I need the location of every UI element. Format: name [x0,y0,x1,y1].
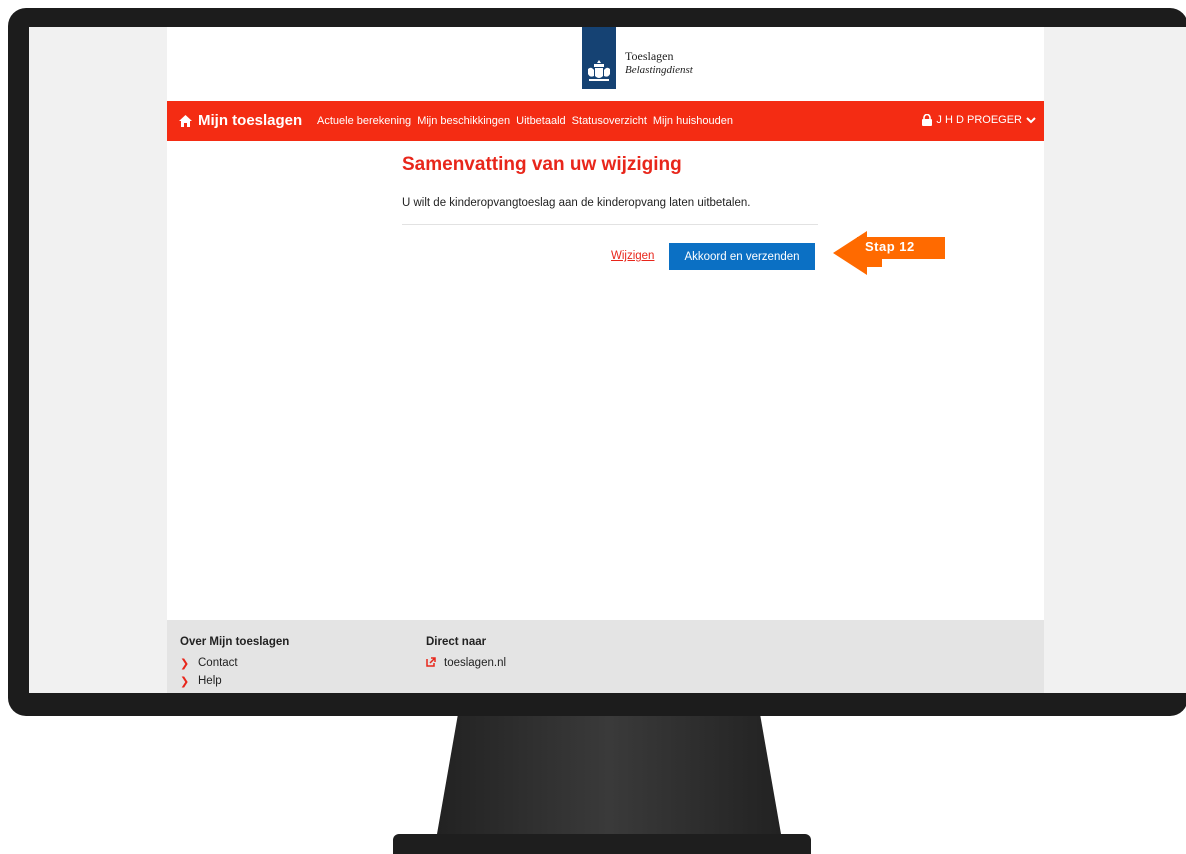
logo-bar: Toeslagen Belastingdienst [167,27,1044,101]
callout-label: Stap 12 [865,239,915,254]
step-callout: Stap 12 [833,231,945,275]
main-navigation: Mijn toeslagen Actuele berekening Mijn b… [167,101,1044,141]
divider [402,224,818,225]
agree-and-send-button[interactable]: Akkoord en verzenden [669,243,815,270]
footer: Over Mijn toeslagen ❯ Contact ❯ Help Dir… [167,620,1044,693]
footer-link-contact[interactable]: ❯ Contact [180,654,289,672]
footer-heading-direct: Direct naar [426,636,487,648]
home-icon [179,114,192,127]
rijksoverheid-emblem-icon [582,27,616,89]
change-summary: U wilt de kinderopvangtoeslag aan de kin… [402,197,751,209]
footer-heading-about: Over Mijn toeslagen [180,636,290,648]
logo-text: Toeslagen Belastingdienst [625,49,693,77]
footer-link-help[interactable]: ❯ Help [180,672,289,690]
nav-links: Actuele berekening Mijn beschikkingen Ui… [317,115,733,127]
footer-column-about: Over Mijn toeslagen ❯ Contact ❯ Help [180,636,289,690]
monitor-stand [437,716,781,834]
callout-tail [857,259,882,267]
monitor-screen: Toeslagen Belastingdienst Mijn toeslagen… [29,27,1186,693]
chevron-down-icon [1026,116,1036,123]
external-link-icon [426,656,444,670]
user-menu[interactable]: J H D PROEGER [922,114,1036,126]
nav-link-actuele-berekening[interactable]: Actuele berekening [317,115,411,127]
nav-home-link[interactable]: Mijn toeslagen [179,112,302,129]
nav-home-label: Mijn toeslagen [198,112,303,129]
footer-link-label: Contact [198,657,238,669]
footer-column-direct: Direct naar toeslagen.nl [426,636,506,672]
nav-link-mijn-huishouden[interactable]: Mijn huishouden [653,115,733,127]
nav-link-uitbetaald[interactable]: Uitbetaald [516,115,566,127]
page-title: Samenvatting van uw wijziging [402,154,682,175]
logo-subtitle: Belastingdienst [625,64,693,76]
lock-icon [922,114,933,126]
user-name: J H D PROEGER [936,114,1022,126]
nav-link-statusoverzicht[interactable]: Statusoverzicht [572,115,647,127]
footer-link-label: toeslagen.nl [444,657,507,669]
web-page: Toeslagen Belastingdienst Mijn toeslagen… [167,27,1044,693]
chevron-right-icon: ❯ [180,657,190,670]
logo-title: Toeslagen [625,49,674,63]
chevron-right-icon: ❯ [180,675,190,688]
footer-link-toeslagen[interactable]: toeslagen.nl [426,654,506,672]
monitor-base [393,834,811,854]
footer-link-label: Help [198,675,222,687]
nav-link-mijn-beschikkingen[interactable]: Mijn beschikkingen [417,115,510,127]
change-link[interactable]: Wijzigen [611,250,654,262]
